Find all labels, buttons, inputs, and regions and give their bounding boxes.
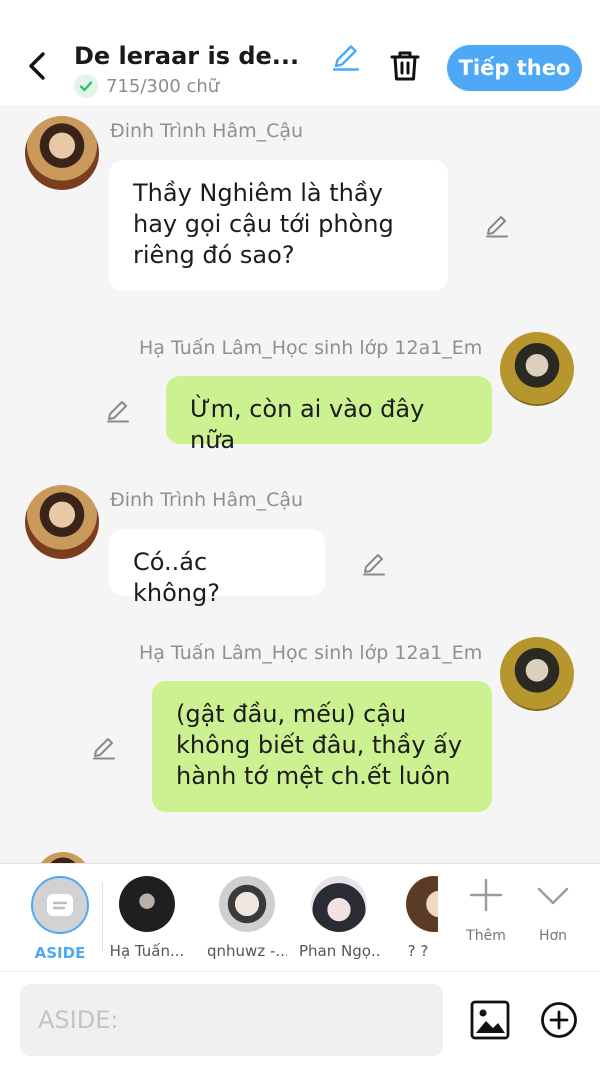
trash-icon bbox=[390, 51, 420, 81]
character-item[interactable]: Hạ Tuấn... bbox=[107, 876, 187, 960]
pencil-icon bbox=[93, 738, 115, 760]
add-character-button[interactable]: Thêm bbox=[454, 878, 518, 944]
plus-circle-icon bbox=[541, 1002, 577, 1038]
character-avatar bbox=[119, 876, 175, 932]
character-avatar bbox=[219, 876, 275, 932]
story-title[interactable]: De leraar is de... bbox=[74, 42, 324, 70]
sender-name: Đinh Trình Hâm_Cậu bbox=[110, 120, 304, 142]
top-bar: De leraar is de... 715/300 chữ Tiếp theo bbox=[0, 0, 600, 105]
character-aside[interactable]: ASIDE bbox=[20, 876, 100, 962]
edit-message-button[interactable] bbox=[104, 396, 132, 424]
message-bubble[interactable]: (gật đầu, mếu) cậu không biết đâu, thầy … bbox=[152, 681, 492, 812]
insert-image-button[interactable] bbox=[470, 1000, 510, 1040]
pencil-icon bbox=[486, 216, 508, 238]
edit-title-button[interactable] bbox=[330, 40, 362, 72]
avatar[interactable] bbox=[500, 637, 574, 711]
note-icon bbox=[47, 894, 73, 916]
character-name: Hạ Tuấn... bbox=[109, 942, 185, 960]
character-name: ? ? bbox=[407, 942, 429, 960]
avatar[interactable] bbox=[25, 116, 99, 190]
add-label: Thêm bbox=[466, 928, 506, 944]
next-button[interactable]: Tiếp theo bbox=[447, 45, 582, 91]
composer-bar bbox=[0, 971, 600, 1067]
character-item[interactable]: Phan Ngọ... bbox=[299, 876, 379, 960]
plus-icon bbox=[469, 878, 503, 912]
character-avatar bbox=[311, 876, 367, 932]
message-bubble[interactable]: Thầy Nghiêm là thầy hay gọi cậu tới phòn… bbox=[109, 160, 448, 291]
pencil-icon bbox=[332, 45, 360, 71]
back-button[interactable] bbox=[20, 48, 54, 84]
chevron-left-icon bbox=[29, 52, 45, 80]
message-bubble[interactable]: Ừm, còn ai vào đây nữa bbox=[166, 376, 492, 454]
edit-message-button[interactable] bbox=[360, 549, 388, 577]
check-icon bbox=[74, 74, 98, 98]
divider bbox=[102, 882, 103, 952]
delete-button[interactable] bbox=[387, 48, 423, 84]
more-label: Hơn bbox=[539, 928, 567, 944]
more-button[interactable]: Hơn bbox=[521, 878, 585, 944]
pencil-icon bbox=[363, 554, 385, 576]
message-input[interactable] bbox=[20, 984, 443, 1056]
add-button[interactable] bbox=[540, 1001, 578, 1039]
edit-message-button[interactable] bbox=[483, 211, 511, 239]
aside-avatar bbox=[31, 876, 89, 934]
sender-name: Hạ Tuấn Lâm_Học sinh lớp 12a1_Em bbox=[139, 337, 483, 359]
message-bubble[interactable]: Có..ác không? bbox=[109, 529, 325, 607]
word-count: 715/300 chữ bbox=[74, 74, 219, 98]
avatar[interactable] bbox=[25, 485, 99, 559]
character-item[interactable]: ? ? bbox=[398, 876, 438, 960]
character-picker: ASIDE Hạ Tuấn... qnhuwz -... Phan Ngọ...… bbox=[0, 863, 600, 971]
image-icon bbox=[470, 1000, 510, 1040]
character-name: Phan Ngọ... bbox=[299, 942, 379, 960]
edit-message-button[interactable] bbox=[90, 733, 118, 761]
sender-name: Hạ Tuấn Lâm_Học sinh lớp 12a1_Em bbox=[139, 642, 483, 664]
character-name: ASIDE bbox=[34, 944, 86, 962]
character-item[interactable]: qnhuwz -... bbox=[207, 876, 287, 960]
chevron-down-icon bbox=[537, 887, 569, 905]
word-count-label: 715/300 chữ bbox=[106, 75, 220, 97]
character-name: qnhuwz -... bbox=[207, 942, 287, 960]
sender-name: Đinh Trình Hâm_Cậu bbox=[110, 489, 304, 511]
pencil-icon bbox=[107, 401, 129, 423]
character-avatar bbox=[406, 876, 438, 932]
avatar[interactable] bbox=[500, 332, 574, 406]
